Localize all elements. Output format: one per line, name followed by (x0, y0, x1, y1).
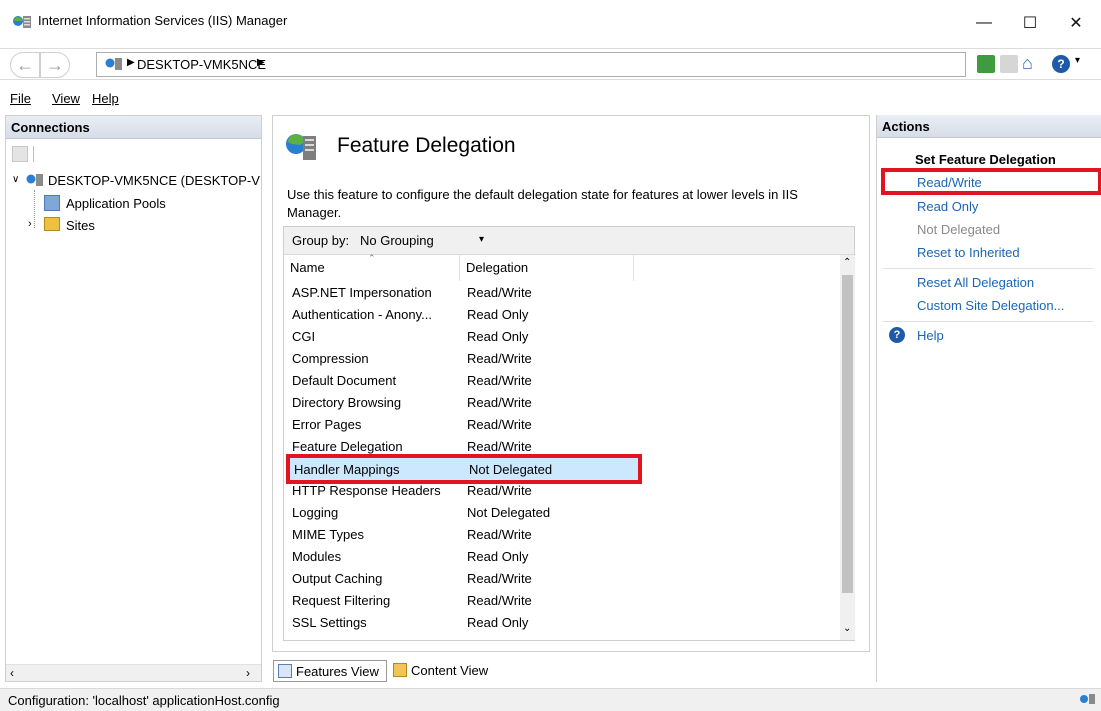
breadcrumb-arrow-icon: ▶ (127, 57, 135, 68)
table-row[interactable]: ASP.NET Impersonation Read/Write (284, 282, 844, 304)
tree-item-application-pools[interactable]: Application Pools (66, 196, 166, 211)
scroll-thumb[interactable] (842, 275, 853, 593)
actions-title: Actions (877, 115, 1101, 138)
content-view-label: Content View (411, 663, 489, 678)
title-bar: Internet Information Services (IIS) Mana… (0, 0, 1101, 47)
action-reset-all[interactable]: Reset All Delegation (917, 275, 1034, 290)
column-header-delegation[interactable]: Delegation (460, 255, 634, 281)
server-icon (105, 56, 123, 75)
connections-title: Connections (6, 116, 261, 139)
table-row[interactable]: Modules Read Only (284, 546, 844, 568)
server-icon (1080, 692, 1096, 709)
page-title: Feature Delegation (337, 134, 516, 157)
menu-bar: File View Help (0, 86, 1101, 112)
table-row[interactable]: Authentication - Anony... Read Only (284, 304, 844, 326)
tree-expand-icon[interactable]: ∨ (12, 174, 19, 185)
column-header-delegation-label: Delegation (466, 260, 529, 275)
actions-divider (883, 321, 1093, 322)
maximize-button[interactable]: ☐ (1007, 8, 1053, 38)
connect-icon[interactable] (12, 146, 28, 162)
sites-icon (44, 217, 60, 231)
status-bar: Configuration: 'localhost' applicationHo… (0, 688, 1101, 711)
tree-item-sites[interactable]: Sites (66, 218, 95, 233)
refresh-icon[interactable] (977, 55, 995, 73)
breadcrumb-arrow-icon[interactable]: ▶ (257, 57, 265, 68)
tree-line (34, 190, 35, 228)
minimize-button[interactable]: — (961, 8, 1007, 38)
back-button[interactable]: ← (10, 52, 40, 78)
window-title: Internet Information Services (IIS) Mana… (38, 13, 288, 28)
table-row[interactable]: Compression Read/Write (284, 348, 844, 370)
action-custom-site[interactable]: Custom Site Delegation... (917, 298, 1064, 313)
table-row[interactable]: Logging Not Delegated (284, 502, 844, 524)
features-view-label: Features View (296, 664, 379, 679)
scroll-right-icon[interactable]: › (246, 666, 250, 680)
server-icon (26, 172, 44, 191)
actions-section-title: Set Feature Delegation (915, 152, 1056, 167)
scroll-down-icon[interactable]: ⌄ (843, 623, 851, 634)
table-row[interactable]: HTTP Response Headers Read/Write (284, 480, 844, 502)
chevron-down-icon: ▾ (479, 234, 485, 245)
table-row[interactable]: CGI Read Only (284, 326, 844, 348)
close-button[interactable]: ✕ (1053, 8, 1099, 38)
action-not-delegated: Not Delegated (917, 222, 1001, 237)
address-box[interactable]: ▶ DESKTOP-VMK5NCE ▶ (96, 52, 966, 77)
help-icon: ? (889, 327, 905, 343)
table-row[interactable]: Directory Browsing Read/Write (284, 392, 844, 414)
group-by-value: No Grouping (360, 233, 434, 248)
table-row[interactable]: Request Filtering Read/Write (284, 590, 844, 612)
tree-collapse-icon[interactable]: › (28, 218, 32, 230)
group-by-label: Group by: (292, 233, 350, 248)
group-by-bar: Group by: No Grouping ▾ (284, 227, 854, 255)
address-bar: ← → ▶ DESKTOP-VMK5NCE ▶ ⌂ ? ▾ (0, 48, 1101, 80)
features-view-icon (278, 664, 292, 678)
content-view-icon (393, 663, 407, 677)
action-read-only[interactable]: Read Only (917, 199, 978, 214)
actions-divider (883, 268, 1093, 269)
action-reset-inherited[interactable]: Reset to Inherited (917, 245, 1020, 260)
page-description: Use this feature to configure the defaul… (287, 187, 798, 220)
table-row[interactable]: Default Document Read/Write (284, 370, 844, 392)
connections-hscrollbar[interactable]: ‹ › (6, 664, 261, 681)
connections-panel: Connections ∨ DESKTOP-VMK5NCE (DESKTOP-V… (5, 115, 262, 682)
list-vscrollbar[interactable]: ⌃ ⌄ (840, 255, 855, 640)
table-row[interactable]: MIME Types Read/Write (284, 524, 844, 546)
content-view-tab[interactable]: Content View (389, 660, 499, 682)
home-icon[interactable]: ⌂ (1022, 53, 1033, 74)
tree-item-server[interactable]: DESKTOP-VMK5NCE (DESKTOP-V (48, 173, 260, 188)
stop-icon[interactable] (1000, 55, 1018, 73)
features-list: Group by: No Grouping ▾ Name ⌃ Delegatio… (283, 226, 855, 641)
forward-button[interactable]: → (40, 52, 70, 78)
table-row[interactable]: Output Caching Read/Write (284, 568, 844, 590)
column-header-name[interactable]: Name ⌃ (284, 253, 460, 281)
group-by-select[interactable]: No Grouping ▾ (354, 230, 494, 251)
feature-delegation-icon (285, 130, 319, 167)
help-dropdown-icon[interactable]: ▾ (1075, 55, 1080, 66)
iis-app-icon (12, 13, 32, 34)
scroll-up-icon[interactable]: ⌃ (843, 257, 851, 268)
menu-help[interactable]: Help (92, 91, 119, 106)
menu-view[interactable]: View (52, 91, 80, 106)
table-row[interactable]: SSL Settings Read Only (284, 612, 844, 634)
action-read-write[interactable]: Read/Write (917, 175, 982, 190)
feature-delegation-panel: Feature Delegation Use this feature to c… (272, 115, 870, 652)
sort-ascending-icon: ⌃ (368, 253, 376, 263)
toolbar-separator (33, 146, 34, 162)
rows-container: ASP.NET Impersonation Read/Write Authenti… (284, 282, 840, 637)
column-header-name-label: Name (290, 260, 325, 275)
application-pools-icon (44, 195, 60, 211)
scroll-left-icon[interactable]: ‹ (10, 666, 14, 680)
action-help[interactable]: Help (917, 328, 944, 343)
features-view-tab[interactable]: Features View (273, 660, 387, 682)
help-icon[interactable]: ? (1052, 55, 1070, 73)
status-text: Configuration: 'localhost' applicationHo… (8, 693, 280, 708)
table-row[interactable]: Error Pages Read/Write (284, 414, 844, 436)
read-write-highlight (881, 168, 1101, 195)
breadcrumb-server[interactable]: DESKTOP-VMK5NCE (137, 57, 266, 72)
menu-file[interactable]: File (10, 91, 31, 106)
actions-panel: Actions Set Feature Delegation Read/Writ… (876, 115, 1101, 682)
